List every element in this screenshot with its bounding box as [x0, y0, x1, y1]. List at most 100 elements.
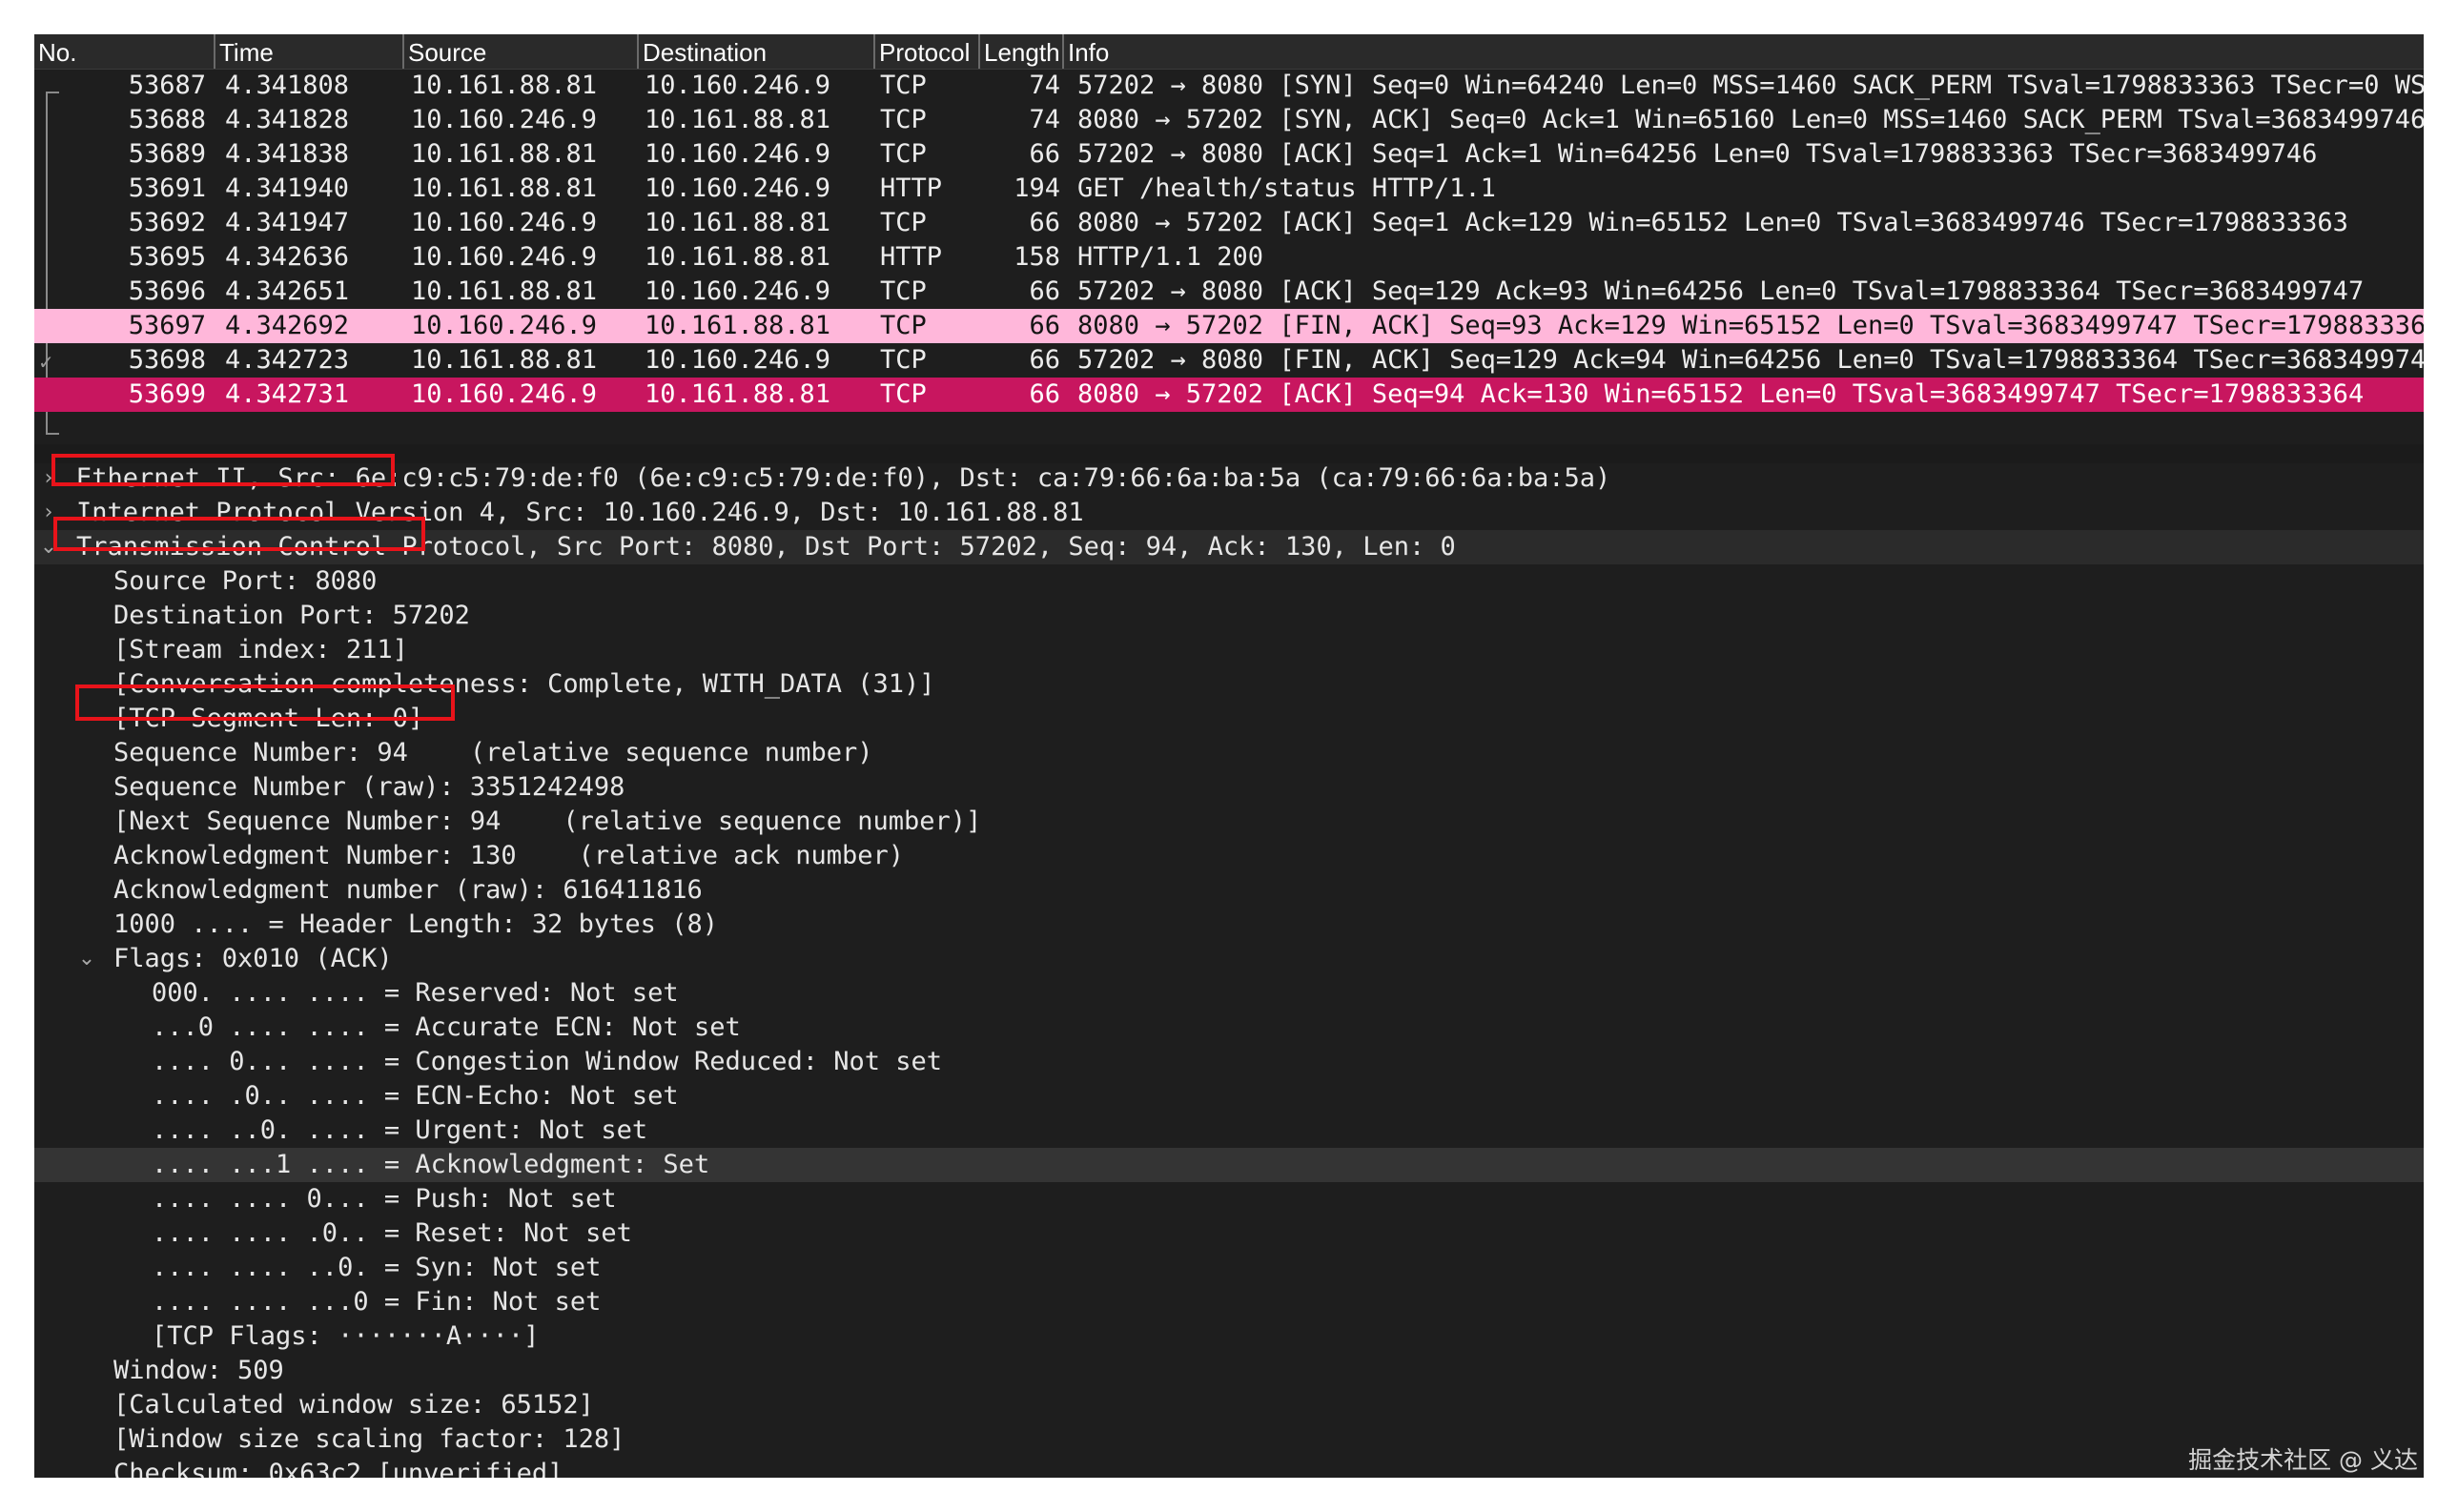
- tree-item-field[interactable]: 000. .... .... = Reserved: Not set: [34, 976, 2424, 1011]
- packet-time: 4.341828: [225, 105, 350, 134]
- packet-destination: 10.160.246.9: [645, 345, 831, 375]
- packet-destination: 10.160.246.9: [645, 276, 831, 306]
- packet-info: 57202 → 8080 [ACK] Seq=129 Ack=93 Win=64…: [1077, 276, 2365, 306]
- column-header-info[interactable]: Info: [1064, 34, 2424, 69]
- packet-source: 10.160.246.9: [411, 208, 598, 237]
- packet-info: GET /health/status HTTP/1.1: [1077, 174, 1496, 203]
- tree-item-field[interactable]: .... ...1 .... = Acknowledgment: Set: [34, 1148, 2424, 1182]
- packet-no: 53692: [128, 208, 206, 237]
- packet-source: 10.161.88.81: [411, 276, 598, 306]
- packet-destination: 10.161.88.81: [645, 105, 831, 134]
- packet-destination: 10.160.246.9: [645, 71, 831, 100]
- tree-item-field[interactable]: [Next Sequence Number: 94 (relative sequ…: [34, 805, 2424, 839]
- packet-row[interactable]: 53695 4.342636 10.160.246.9 10.161.88.81 HTT…: [34, 240, 2424, 275]
- packet-no: 53695: [128, 242, 206, 272]
- tree-item-field[interactable]: Source Port: 8080: [34, 564, 2424, 599]
- annotation-box-ack-raw: [53, 517, 425, 551]
- packet-no: 53691: [128, 174, 206, 203]
- tree-item-label: .... .... .0.. = Reset: Not set: [152, 1218, 632, 1248]
- tree-item-field[interactable]: .... .... .0.. = Reset: Not set: [34, 1216, 2424, 1251]
- packet-info: 57202 → 8080 [SYN] Seq=0 Win=64240 Len=0…: [1077, 71, 2424, 100]
- tree-item-field[interactable]: [Calculated window size: 65152]: [34, 1388, 2424, 1422]
- tree-item-flags[interactable]: ⌄ Flags: 0x010 (ACK): [34, 942, 2424, 976]
- chevron-down-icon[interactable]: ⌄: [72, 942, 101, 976]
- packet-row[interactable]: 53699 4.342731 10.160.246.9 10.161.88.81 TCP…: [34, 378, 2424, 412]
- tree-item-field[interactable]: .... .0.. .... = ECN-Echo: Not set: [34, 1079, 2424, 1114]
- tree-item-label: Checksum: 0x63c2 [unverified]: [113, 1459, 563, 1478]
- packet-row[interactable]: 53691 4.341940 10.161.88.81 10.160.246.9 HTT…: [34, 172, 2424, 206]
- tree-item-field[interactable]: .... .... ..0. = Syn: Not set: [34, 1251, 2424, 1285]
- tree-item-field[interactable]: 1000 .... = Header Length: 32 bytes (8): [34, 908, 2424, 942]
- packet-length: 66: [1029, 139, 1060, 169]
- packet-protocol: TCP: [880, 71, 927, 100]
- tree-item-label: [Stream index: 211]: [113, 635, 408, 664]
- packet-row[interactable]: 53692 4.341947 10.160.246.9 10.161.88.81 TCP…: [34, 206, 2424, 240]
- packet-info: 8080 → 57202 [SYN, ACK] Seq=0 Ack=1 Win=…: [1077, 105, 2424, 134]
- packet-info: HTTP/1.1 200: [1077, 242, 1264, 272]
- tree-item-field[interactable]: .... .... 0... = Push: Not set: [34, 1182, 2424, 1216]
- column-header-length[interactable]: Length: [980, 34, 1064, 69]
- packet-no: 53698: [128, 345, 206, 375]
- column-header-protocol[interactable]: Protocol: [875, 34, 980, 69]
- column-header-source[interactable]: Source: [404, 34, 639, 69]
- packet-protocol: TCP: [880, 311, 927, 340]
- tree-item-field[interactable]: ...0 .... .... = Accurate ECN: Not set: [34, 1011, 2424, 1045]
- packet-row[interactable]: 53689 4.341838 10.161.88.81 10.160.246.9 TCP…: [34, 137, 2424, 172]
- tree-item-label: .... .0.. .... = ECN-Echo: Not set: [152, 1081, 679, 1111]
- packet-time: 4.342723: [225, 345, 350, 375]
- packet-time: 4.341838: [225, 139, 350, 169]
- packet-destination: 10.161.88.81: [645, 242, 831, 272]
- tree-item-label: .... 0... .... = Congestion Window Reduc…: [152, 1047, 943, 1076]
- packet-row[interactable]: 53698 4.342723 10.161.88.81 10.160.246.9 TCP…: [34, 343, 2424, 378]
- packet-source: 10.160.246.9: [411, 242, 598, 272]
- packet-destination: 10.161.88.81: [645, 311, 831, 340]
- packet-source: 10.161.88.81: [411, 345, 598, 375]
- tree-item-field[interactable]: Sequence Number (raw): 3351242498: [34, 770, 2424, 805]
- packet-time: 4.341808: [225, 71, 350, 100]
- tree-item-label: Destination Port: 57202: [113, 601, 470, 630]
- packet-time: 4.342731: [225, 379, 350, 409]
- packet-details-pane: › Ethernet II, Src: 6e:c9:c5:79:de:f0 (6…: [34, 461, 2424, 1478]
- tree-item-field[interactable]: .... ..0. .... = Urgent: Not set: [34, 1114, 2424, 1148]
- packet-source: 10.160.246.9: [411, 311, 598, 340]
- tree-item-field[interactable]: .... .... ...0 = Fin: Not set: [34, 1285, 2424, 1319]
- tree-item-field[interactable]: Acknowledgment number (raw): 616411816: [34, 873, 2424, 908]
- tree-item-field[interactable]: Sequence Number: 94 (relative sequence n…: [34, 736, 2424, 770]
- tree-item-field[interactable]: Checksum: 0x63c2 [unverified]: [34, 1457, 2424, 1478]
- packet-time: 4.342636: [225, 242, 350, 272]
- tree-item-field[interactable]: [Stream index: 211]: [34, 633, 2424, 667]
- tree-item-label: [TCP Flags: ·······A····]: [152, 1321, 540, 1351]
- packet-row[interactable]: 53697 4.342692 10.160.246.9 10.161.88.81 TCP…: [34, 309, 2424, 343]
- tree-item-label: Flags: 0x010 (ACK): [113, 944, 393, 973]
- packet-destination: 10.161.88.81: [645, 208, 831, 237]
- tree-item-label: .... ..0. .... = Urgent: Not set: [152, 1115, 648, 1145]
- packet-protocol: HTTP: [880, 242, 943, 272]
- packet-source: 10.161.88.81: [411, 139, 598, 169]
- column-header-time[interactable]: Time: [215, 34, 404, 69]
- annotation-box-ack-flag: [75, 684, 455, 721]
- column-header-destination[interactable]: Destination: [639, 34, 875, 69]
- packet-no: 53697: [128, 311, 206, 340]
- tree-item-field[interactable]: [Window size scaling factor: 128]: [34, 1422, 2424, 1457]
- tree-item-label: .... .... 0... = Push: Not set: [152, 1184, 617, 1214]
- packet-row[interactable]: 53687 4.341808 10.161.88.81 10.160.246.9 TCP…: [34, 69, 2424, 103]
- packet-length: 158: [1014, 242, 1060, 272]
- packet-list: 53687 4.341808 10.161.88.81 10.160.246.9 TCP…: [34, 69, 2424, 412]
- packet-protocol: TCP: [880, 345, 927, 375]
- packet-protocol: TCP: [880, 105, 927, 134]
- tree-item-label: Acknowledgment Number: 130 (relative ack…: [113, 841, 905, 870]
- column-header-no[interactable]: No.: [34, 34, 215, 69]
- tree-item-field[interactable]: [TCP Flags: ·······A····]: [34, 1319, 2424, 1354]
- packet-info: 8080 → 57202 [ACK] Seq=94 Ack=130 Win=65…: [1077, 379, 2365, 409]
- packet-row[interactable]: 53696 4.342651 10.161.88.81 10.160.246.9 TCP…: [34, 275, 2424, 309]
- tree-item-field[interactable]: .... 0... .... = Congestion Window Reduc…: [34, 1045, 2424, 1079]
- tree-item-field[interactable]: Window: 509: [34, 1354, 2424, 1388]
- tree-item-field[interactable]: Acknowledgment Number: 130 (relative ack…: [34, 839, 2424, 873]
- tree-item-field[interactable]: Destination Port: 57202: [34, 599, 2424, 633]
- tree-item-label: .... .... ...0 = Fin: Not set: [152, 1287, 602, 1317]
- packet-protocol: TCP: [880, 276, 927, 306]
- packet-protocol: TCP: [880, 208, 927, 237]
- packet-length: 74: [1029, 105, 1060, 134]
- packet-source: 10.161.88.81: [411, 71, 598, 100]
- packet-row[interactable]: 53688 4.341828 10.160.246.9 10.161.88.81 TCP…: [34, 103, 2424, 137]
